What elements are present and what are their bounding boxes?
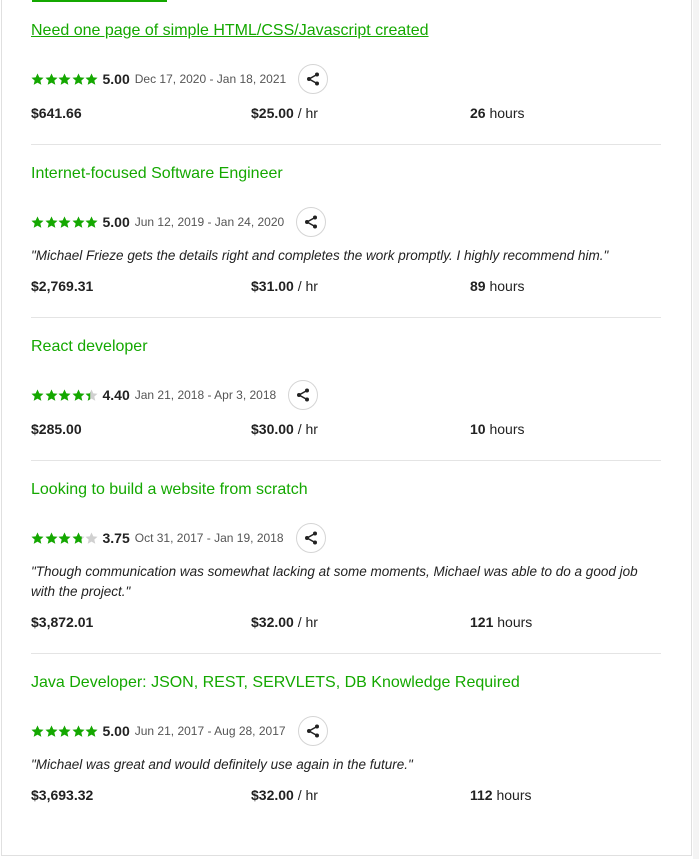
job-item: Need one page of simple HTML/CSS/Javascr…: [31, 22, 661, 145]
active-tab-indicator: [32, 0, 167, 2]
hours-worked: 10 hours: [470, 421, 525, 437]
job-dates: Jun 21, 2017 - Aug 28, 2017: [134, 724, 286, 738]
client-feedback: "Though communication was somewhat lacki…: [31, 564, 638, 599]
job-dates: Oct 31, 2017 - Jan 19, 2018: [134, 531, 284, 545]
share-button[interactable]: [298, 64, 329, 94]
star-icon: [45, 725, 57, 737]
star-icon: [45, 389, 57, 401]
job-title-link[interactable]: Need one page of simple HTML/CSS/Javascr…: [31, 22, 429, 40]
job-stats: $641.66 $25.00 / hr 26 hours: [31, 105, 661, 125]
star-icon: [45, 532, 57, 544]
share-icon: [305, 215, 318, 229]
share-icon: [297, 388, 310, 402]
total-earned: $285.00: [31, 421, 82, 437]
star-icon: [45, 73, 57, 85]
hourly-rate: $32.00 / hr: [251, 787, 318, 803]
rating-score: 4.40: [102, 387, 130, 403]
star-icon: [31, 389, 44, 401]
total-earned: $3,872.01: [31, 614, 94, 630]
rating-score: 5.00: [102, 71, 130, 87]
star-icon: [72, 389, 84, 401]
share-button[interactable]: [296, 207, 327, 237]
star-rating: [31, 389, 99, 402]
share-icon: [306, 724, 319, 738]
share-icon: [307, 72, 320, 86]
job-dates: Jan 21, 2018 - Apr 3, 2018: [134, 388, 277, 402]
job-stats: $285.00 $30.00 / hr 10 hours: [31, 421, 661, 441]
hourly-rate: $30.00 / hr: [251, 421, 318, 437]
job-stats: $3,693.32 $32.00 / hr 112 hours: [31, 787, 661, 807]
hours-worked: 112 hours: [470, 787, 532, 803]
star-icon: [58, 389, 71, 401]
share-button[interactable]: [295, 523, 326, 553]
star-icon: [58, 532, 71, 544]
job-title-link[interactable]: React developer: [31, 338, 148, 356]
rating-score: 5.00: [102, 723, 130, 739]
job-stats: $3,872.01 $32.00 / hr 121 hours: [31, 614, 661, 634]
star-icon: [72, 216, 84, 228]
rating-row: 3.75 Oct 31, 2017 - Jan 19, 2018: [31, 523, 326, 553]
star-icon: [45, 216, 57, 228]
job-item: React developer 4.40 Jan 21, 2018 - Apr …: [31, 338, 661, 461]
star-icon: [72, 73, 84, 85]
total-earned: $641.66: [31, 105, 82, 121]
rating-row: 5.00 Jun 21, 2017 - Aug 28, 2017: [31, 716, 328, 746]
hours-worked: 26 hours: [470, 105, 525, 121]
total-earned: $3,693.32: [31, 787, 94, 803]
star-icon: [72, 725, 84, 737]
hours-worked: 89 hours: [470, 278, 525, 294]
client-feedback: "Michael Frieze gets the details right a…: [31, 248, 609, 263]
job-title-link[interactable]: Java Developer: JSON, REST, SERVLETS, DB…: [31, 674, 520, 692]
star-rating: [31, 73, 99, 86]
share-button[interactable]: [288, 380, 319, 410]
job-item: Java Developer: JSON, REST, SERVLETS, DB…: [31, 674, 661, 824]
star-icon: [58, 725, 71, 737]
rating-row: 5.00 Jun 12, 2019 - Jan 24, 2020: [31, 207, 327, 237]
star-icon: [72, 532, 84, 544]
rating-row: 4.40 Jan 21, 2018 - Apr 3, 2018: [31, 380, 319, 410]
hours-worked: 121 hours: [470, 614, 533, 630]
star-icon: [85, 532, 98, 544]
job-dates: Dec 17, 2020 - Jan 18, 2021: [134, 72, 287, 86]
rating-score: 5.00: [102, 214, 130, 230]
job-title-link[interactable]: Internet-focused Software Engineer: [31, 165, 283, 183]
hourly-rate: $31.00 / hr: [251, 278, 318, 294]
star-icon: [85, 725, 98, 737]
share-button[interactable]: [297, 716, 328, 746]
hourly-rate: $25.00 / hr: [251, 105, 318, 121]
star-icon: [31, 216, 44, 228]
job-stats: $2,769.31 $31.00 / hr 89 hours: [31, 278, 661, 298]
star-icon: [31, 532, 44, 544]
star-icon: [58, 73, 71, 85]
star-rating: [31, 532, 99, 545]
star-rating: [31, 216, 99, 229]
star-icon: [85, 216, 98, 228]
hourly-rate: $32.00 / hr: [251, 614, 318, 630]
star-icon: [85, 389, 98, 401]
star-icon: [85, 73, 98, 85]
client-feedback: "Michael was great and would definitely …: [31, 757, 413, 772]
job-item: Internet-focused Software Engineer 5.00 …: [31, 165, 661, 318]
share-icon: [304, 531, 317, 545]
job-dates: Jun 12, 2019 - Jan 24, 2020: [134, 215, 285, 229]
scrollbar-track[interactable]: [693, 0, 699, 859]
star-icon: [31, 73, 44, 85]
job-item: Looking to build a website from scratch …: [31, 481, 661, 654]
star-rating: [31, 725, 99, 738]
total-earned: $2,769.31: [31, 278, 94, 294]
star-icon: [31, 725, 44, 737]
job-title-link[interactable]: Looking to build a website from scratch: [31, 481, 308, 499]
rating-score: 3.75: [102, 530, 130, 546]
rating-row: 5.00 Dec 17, 2020 - Jan 18, 2021: [31, 64, 329, 94]
star-icon: [58, 216, 71, 228]
